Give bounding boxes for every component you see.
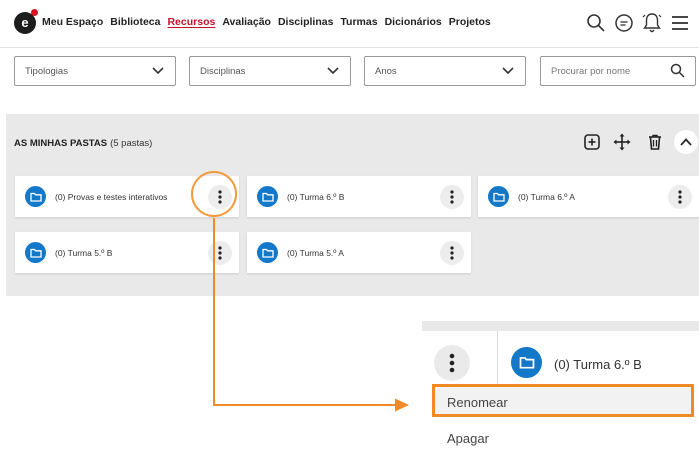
- folder-label: (0) Turma 6.º B: [554, 357, 642, 372]
- menu-item-renomear[interactable]: Renomear: [447, 395, 508, 410]
- folder-card[interactable]: (0) Turma 6.º B: [497, 331, 699, 391]
- menu-item-apagar[interactable]: Apagar: [447, 431, 489, 446]
- more-options-icon[interactable]: [434, 345, 470, 381]
- zoom-callout: (0) Turma 6.º B Renomear Apagar: [422, 321, 699, 454]
- folder-icon: [511, 347, 542, 378]
